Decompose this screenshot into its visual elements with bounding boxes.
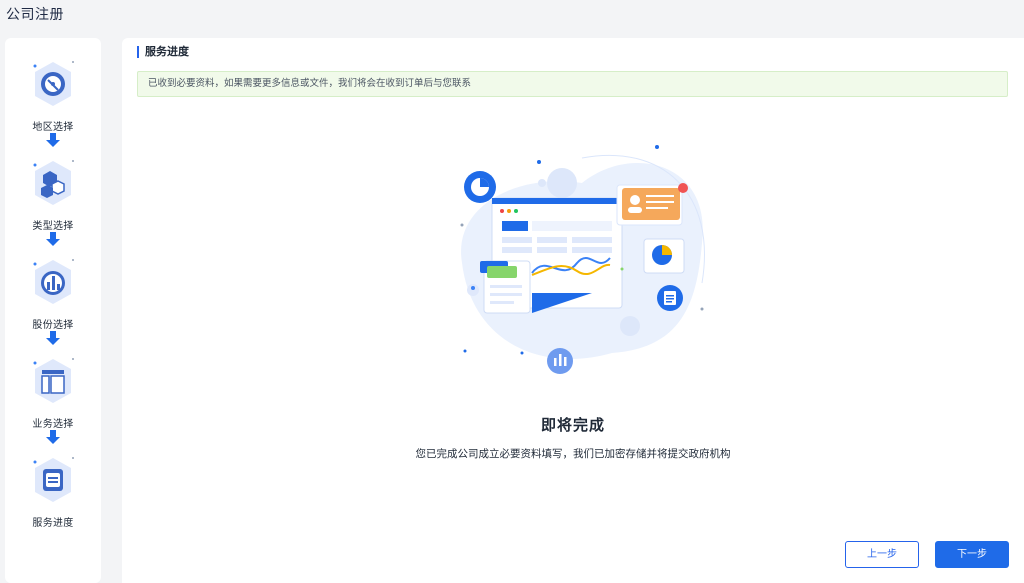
step-business[interactable]: 业务选择	[5, 353, 101, 430]
main-panel: 服务进度 已收到必要资料，如果需要更多信息或文件，我们将会在收到订单后与您联系	[122, 38, 1024, 583]
step-label: 地区选择	[32, 122, 74, 133]
step-label: 业务选择	[32, 419, 74, 430]
step-label: 股份选择	[32, 320, 74, 331]
hexagon-icon	[23, 155, 83, 215]
page-title: 公司注册	[6, 7, 64, 23]
step-type[interactable]: 类型选择	[5, 155, 101, 232]
arrow-down-icon	[46, 232, 60, 246]
layout-icon	[23, 353, 83, 413]
step-progress[interactable]: 服务进度	[5, 452, 101, 529]
step-label: 服务进度	[32, 518, 74, 529]
next-step-button[interactable]: 下一步	[935, 541, 1009, 568]
step-label: 类型选择	[32, 221, 74, 232]
document-icon	[23, 452, 83, 512]
arrow-down-icon	[46, 133, 60, 147]
step-sidebar: 地区选择 类型选择 股份选择 业务选择 服务进度	[5, 38, 101, 583]
completion-illustration	[432, 133, 722, 383]
completion-description: 您已完成公司成立必要资料填写，我们已加密存储并将提交政府机构	[415, 448, 731, 460]
section-title: 服务进度	[137, 46, 189, 58]
prev-step-button[interactable]: 上一步	[845, 541, 919, 568]
arrow-down-icon	[46, 331, 60, 345]
arrow-down-icon	[46, 430, 60, 444]
bar-chart-icon	[23, 254, 83, 314]
notice-banner: 已收到必要资料，如果需要更多信息或文件，我们将会在收到订单后与您联系	[137, 71, 1008, 97]
step-location[interactable]: 地区选择	[5, 56, 101, 133]
location-icon	[23, 56, 83, 116]
completion-title: 即将完成	[540, 416, 605, 434]
step-shares[interactable]: 股份选择	[5, 254, 101, 331]
